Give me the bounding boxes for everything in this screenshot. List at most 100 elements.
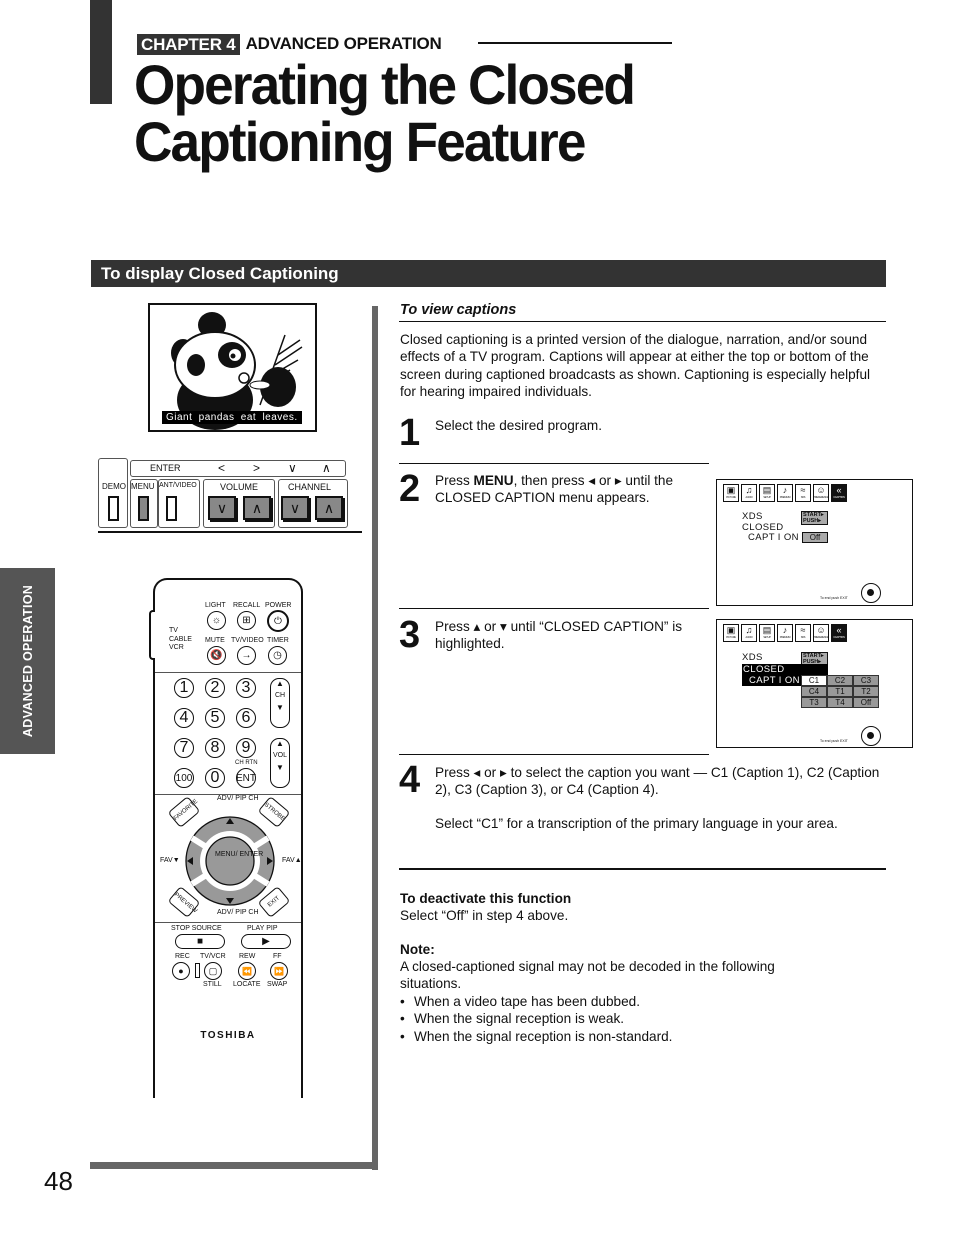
tv-video-button[interactable]: → bbox=[237, 646, 256, 665]
volume-label: VOLUME bbox=[220, 482, 259, 492]
srs-menu-icon[interactable]: ≈ SRS bbox=[795, 624, 811, 642]
premium-menu-icon[interactable]: ♪ PREMIUM bbox=[777, 484, 793, 502]
remote-control: TV CABLE VCR LIGHT RECALL POWER ☼ ⊞ ⏻ MU… bbox=[149, 578, 303, 1098]
volume-up-button[interactable]: ∧ bbox=[243, 496, 271, 520]
fav-up-label: FAV▲ bbox=[282, 857, 302, 864]
preference-menu-icon[interactable]: ☺ PREFERENCE bbox=[813, 484, 829, 502]
corner-bar bbox=[90, 0, 112, 104]
osd-option-c2[interactable]: C2 bbox=[827, 675, 853, 686]
ccaption-menu-icon[interactable]: «CCAPTION bbox=[831, 624, 847, 642]
osd-closed-label-highlighted: CLOSED bbox=[742, 664, 828, 675]
panel-frame-bottom bbox=[90, 1162, 378, 1169]
osd-caption-value[interactable]: Off bbox=[802, 532, 828, 543]
step-divider bbox=[399, 754, 709, 755]
tv-front-panel: ENTER < > ∨ ∧ DEMO MENU ANT/VIDEO VOLUME… bbox=[98, 458, 362, 534]
srs-menu-icon[interactable]: ≈ SRS bbox=[795, 484, 811, 502]
step-4-number: 4 bbox=[399, 759, 421, 801]
ant-video-button[interactable] bbox=[166, 496, 177, 521]
audio-menu-icon[interactable]: ♫ AUDIO bbox=[741, 624, 757, 642]
digit-6-button[interactable]: 6 bbox=[236, 708, 256, 728]
ff-button[interactable]: ⏩ bbox=[270, 962, 288, 980]
power-label: POWER bbox=[265, 602, 292, 609]
timer-button[interactable]: ◷ bbox=[268, 646, 287, 665]
premium-menu-icon[interactable]: ♪ PREMIUM bbox=[777, 624, 793, 642]
osd-option-c1[interactable]: C1 bbox=[801, 675, 827, 686]
audio-menu-icon[interactable]: ♫ AUDIO bbox=[741, 484, 757, 502]
chapter-name: ADVANCED OPERATION bbox=[245, 34, 442, 53]
volume-rocker[interactable]: ▲ VOL ▼ bbox=[270, 738, 290, 788]
setup-menu-icon[interactable]: ▤ SETUP bbox=[759, 484, 775, 502]
osd-option-t3[interactable]: T3 bbox=[801, 697, 827, 708]
channel-up-button[interactable]: ∧ bbox=[315, 496, 343, 520]
osd-option-off[interactable]: Off bbox=[853, 697, 879, 708]
stop-source-button[interactable]: ■ bbox=[175, 934, 225, 949]
picture-menu-icon[interactable]: ▣ PICTURE bbox=[723, 484, 739, 502]
note-list: When a video tape has been dubbed. When … bbox=[400, 993, 880, 1045]
tv-caption-text: Giant pandas eat leaves. bbox=[162, 411, 302, 424]
note-item: When a video tape has been dubbed. bbox=[400, 993, 880, 1010]
side-tab-label: ADVANCED OPERATION bbox=[20, 584, 35, 738]
ent-button[interactable]: ENT bbox=[236, 768, 256, 788]
step-2-text: Press MENU, then press ◂ or ▸ until the … bbox=[435, 473, 674, 506]
digit-0-button[interactable]: 0 bbox=[205, 768, 225, 788]
step-1-text: Select the desired program. bbox=[435, 418, 602, 433]
tv-screen-illustration: Giant pandas eat leaves. bbox=[148, 303, 317, 432]
left-arrow-icon: < bbox=[218, 461, 226, 475]
digit-9-button[interactable]: 9 bbox=[236, 738, 256, 758]
timer-label: TIMER bbox=[267, 637, 289, 644]
step-3-number: 3 bbox=[399, 614, 421, 656]
preference-menu-icon[interactable]: ☺ PREFERENCE bbox=[813, 624, 829, 642]
rec-label: REC bbox=[175, 953, 190, 960]
osd-option-c4[interactable]: C4 bbox=[801, 686, 827, 697]
stop-source-label: STOP SOURCE bbox=[171, 925, 222, 932]
osd-xds-start-button[interactable]: START▸ PUSH▸ bbox=[801, 511, 828, 525]
ccaption-menu-icon[interactable]: «CCAPTION bbox=[831, 484, 847, 502]
osd-option-c3[interactable]: C3 bbox=[853, 675, 879, 686]
demo-button[interactable] bbox=[108, 496, 119, 521]
digit-8-button[interactable]: 8 bbox=[205, 738, 225, 758]
digit-1-button[interactable]: 1 bbox=[174, 678, 194, 698]
digit-2-button[interactable]: 2 bbox=[205, 678, 225, 698]
osd-option-t2[interactable]: T2 bbox=[853, 686, 879, 697]
recall-button[interactable]: ⊞ bbox=[237, 611, 256, 630]
volume-down-button[interactable]: ∨ bbox=[208, 496, 236, 520]
digit-5-button[interactable]: 5 bbox=[205, 708, 225, 728]
ant-video-label: ANT/VIDEO bbox=[159, 482, 197, 489]
osd-xds-label: XDS bbox=[742, 511, 763, 522]
picture-menu-icon[interactable]: ▣ PICTURE bbox=[723, 624, 739, 642]
side-tab: ADVANCED OPERATION bbox=[0, 568, 55, 754]
channel-label: CHANNEL bbox=[288, 482, 332, 492]
digit-3-button[interactable]: 3 bbox=[236, 678, 256, 698]
menu-button[interactable] bbox=[138, 496, 149, 521]
play-pip-button[interactable]: ▶ bbox=[241, 934, 291, 949]
chapter-badge: CHAPTER 4 bbox=[137, 33, 240, 55]
step-divider bbox=[399, 608, 709, 609]
light-button[interactable]: ☼ bbox=[207, 611, 226, 630]
dpad-icon bbox=[861, 583, 881, 603]
vol-label: VOL bbox=[272, 752, 287, 759]
osd-xds-label: XDS bbox=[742, 652, 763, 663]
mute-label: MUTE bbox=[205, 637, 225, 644]
step-3-text: Press ▴ or ▾ until “CLOSED CAPTION” is h… bbox=[435, 619, 683, 652]
osd-option-t1[interactable]: T1 bbox=[827, 686, 853, 697]
channel-down-button[interactable]: ∨ bbox=[281, 496, 309, 520]
rew-button[interactable]: ⏪ bbox=[238, 962, 256, 980]
mute-button[interactable]: 🔇 bbox=[207, 646, 226, 665]
recall-label: RECALL bbox=[233, 602, 261, 609]
tv-vcr-button[interactable]: ▢ bbox=[204, 962, 222, 980]
chapter-heading: CHAPTER 4 ADVANCED OPERATION bbox=[137, 33, 442, 55]
digit-4-button[interactable]: 4 bbox=[174, 708, 194, 728]
osd-option-t4[interactable]: T4 bbox=[827, 697, 853, 708]
notes-rule bbox=[399, 868, 886, 870]
digit-100-button[interactable]: 100 bbox=[174, 768, 194, 788]
page-title-line2: Captioning Feature bbox=[134, 110, 586, 173]
power-button[interactable]: ⏻ bbox=[267, 610, 289, 632]
digit-7-button[interactable]: 7 bbox=[174, 738, 194, 758]
osd-footer: To end push EXIT bbox=[820, 739, 848, 743]
setup-menu-icon[interactable]: ▤ SETUP bbox=[759, 624, 775, 642]
tv-video-label: TV/VIDEO bbox=[231, 637, 264, 644]
intro-paragraph: Closed captioning is a printed version o… bbox=[400, 332, 871, 399]
rec-button[interactable]: ● bbox=[172, 962, 190, 980]
channel-rocker[interactable]: ▲ CH ▼ bbox=[270, 678, 290, 728]
mode-switch[interactable] bbox=[149, 610, 155, 660]
